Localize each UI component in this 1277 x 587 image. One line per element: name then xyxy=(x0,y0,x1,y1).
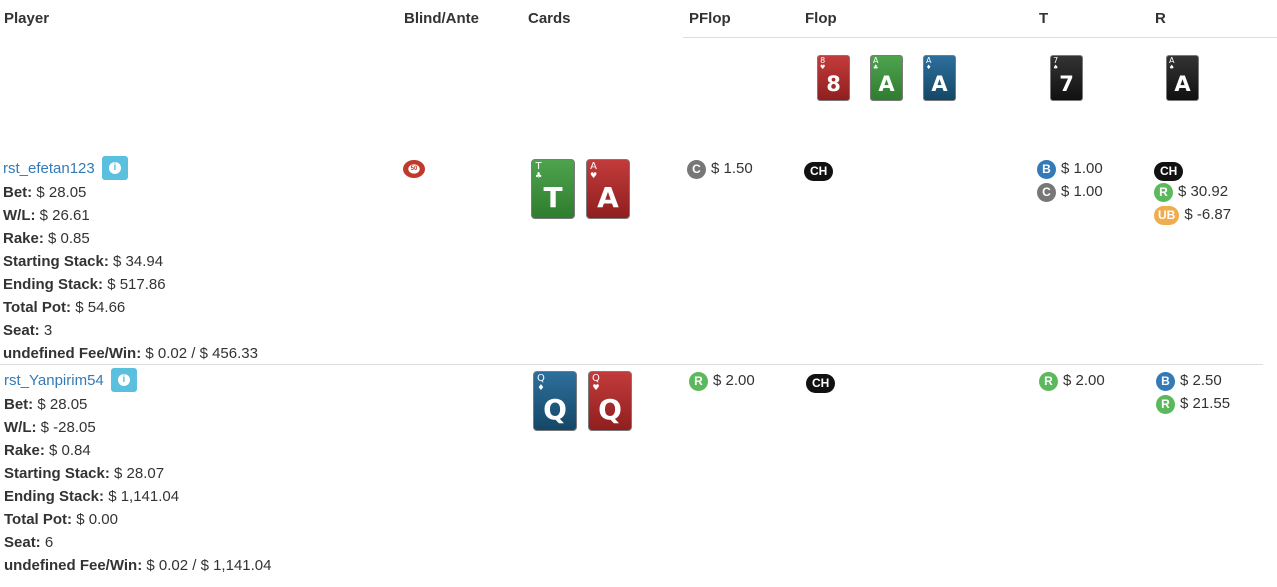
player-starting-stack: Starting Stack: $ 28.07 xyxy=(4,465,165,483)
player-info-button[interactable]: i xyxy=(101,156,128,181)
action-pflop: R $ 2.00 xyxy=(689,369,755,392)
hole-card-2: A ♥ A xyxy=(586,159,630,219)
player-rake: Rake: $ 0.85 xyxy=(3,230,90,248)
player-total-pot: Total Pot: $ 0.00 xyxy=(4,511,118,529)
action-badge: CH xyxy=(804,161,834,181)
player-name-link[interactable]: rst_Yanpirim54 xyxy=(4,372,104,389)
action-badge: C xyxy=(687,159,706,179)
action-badge: R xyxy=(689,371,708,391)
info-icon: i xyxy=(117,374,130,387)
player-info-1: rst_efetan123 i Bet: $ 28.05 W/L: $ 26.6… xyxy=(3,156,258,365)
action-badge: CH xyxy=(806,373,836,393)
player-starting-stack: Starting Stack: $ 34.94 xyxy=(3,253,164,271)
board-flop-card-1: 8 ♥ 8 xyxy=(817,55,850,101)
player-wl: W/L: $ 26.61 xyxy=(3,207,90,225)
action-pflop: C $ 1.50 xyxy=(687,157,753,180)
action-badge: B xyxy=(1037,159,1056,179)
blind-chip-icon: 50 xyxy=(403,160,425,178)
action-badge: R xyxy=(1039,371,1058,391)
player-bet: Bet: $ 28.05 xyxy=(4,396,88,414)
hole-card-1: Q ♦ Q xyxy=(533,371,577,431)
board-flop-card-2: A ♣ A xyxy=(870,55,903,101)
board-flop-card-3: A ♦ A xyxy=(923,55,956,101)
player-info-2: rst_Yanpirim54 i Bet: $ 28.05 W/L: $ -28… xyxy=(4,368,272,577)
board-river-card: A ♠ A xyxy=(1166,55,1199,101)
player-ending-stack: Ending Stack: $ 1,141.04 xyxy=(4,488,180,506)
player-rake: Rake: $ 0.84 xyxy=(4,442,91,460)
action-badge: UB xyxy=(1154,205,1180,225)
player-seat: Seat: 6 xyxy=(4,534,54,552)
info-icon: i xyxy=(108,162,121,175)
action-river: R $ 30.92 xyxy=(1154,180,1228,203)
action-flop: CH xyxy=(806,371,840,394)
action-river: R $ 21.55 xyxy=(1156,392,1230,415)
action-river: B $ 2.50 xyxy=(1156,369,1222,392)
header-cards: Cards xyxy=(528,10,571,27)
player-fee-win: undefined Fee/Win: $ 0.02 / $ 456.33 xyxy=(3,345,258,363)
player-seat: Seat: 3 xyxy=(3,322,53,340)
player-wl: W/L: $ -28.05 xyxy=(4,419,96,437)
action-badge: R xyxy=(1156,394,1175,414)
action-turn: B $ 1.00 xyxy=(1037,157,1103,180)
header-player: Player xyxy=(4,10,50,27)
header-river: R xyxy=(1155,10,1166,27)
header-pflop: PFlop xyxy=(689,10,731,27)
player-info-button[interactable]: i xyxy=(110,368,137,393)
action-turn: C $ 1.00 xyxy=(1037,180,1103,203)
board-turn-card: 7 ♠ 7 xyxy=(1050,55,1083,101)
hole-card-1: T ♣ T xyxy=(531,159,575,219)
player-fee-win: undefined Fee/Win: $ 0.02 / $ 1,141.04 xyxy=(4,557,272,575)
header-flop: Flop xyxy=(805,10,837,27)
action-river: CH xyxy=(1154,159,1188,182)
action-turn: R $ 2.00 xyxy=(1039,369,1105,392)
action-badge: CH xyxy=(1154,161,1184,181)
action-badge: R xyxy=(1154,182,1173,202)
action-flop: CH xyxy=(804,159,838,182)
row-divider xyxy=(0,364,1263,365)
header-turn: T xyxy=(1039,10,1049,27)
hole-card-2: Q ♥ Q xyxy=(588,371,632,431)
action-river: UB $ -6.87 xyxy=(1154,203,1231,226)
player-name-link[interactable]: rst_efetan123 xyxy=(3,160,95,177)
action-badge: B xyxy=(1156,371,1175,391)
header-divider xyxy=(683,37,1277,38)
player-total-pot: Total Pot: $ 54.66 xyxy=(3,299,126,317)
action-badge: C xyxy=(1037,182,1056,202)
player-bet: Bet: $ 28.05 xyxy=(3,184,87,202)
player-ending-stack: Ending Stack: $ 517.86 xyxy=(3,276,166,294)
header-blind-ante: Blind/Ante xyxy=(404,10,479,27)
